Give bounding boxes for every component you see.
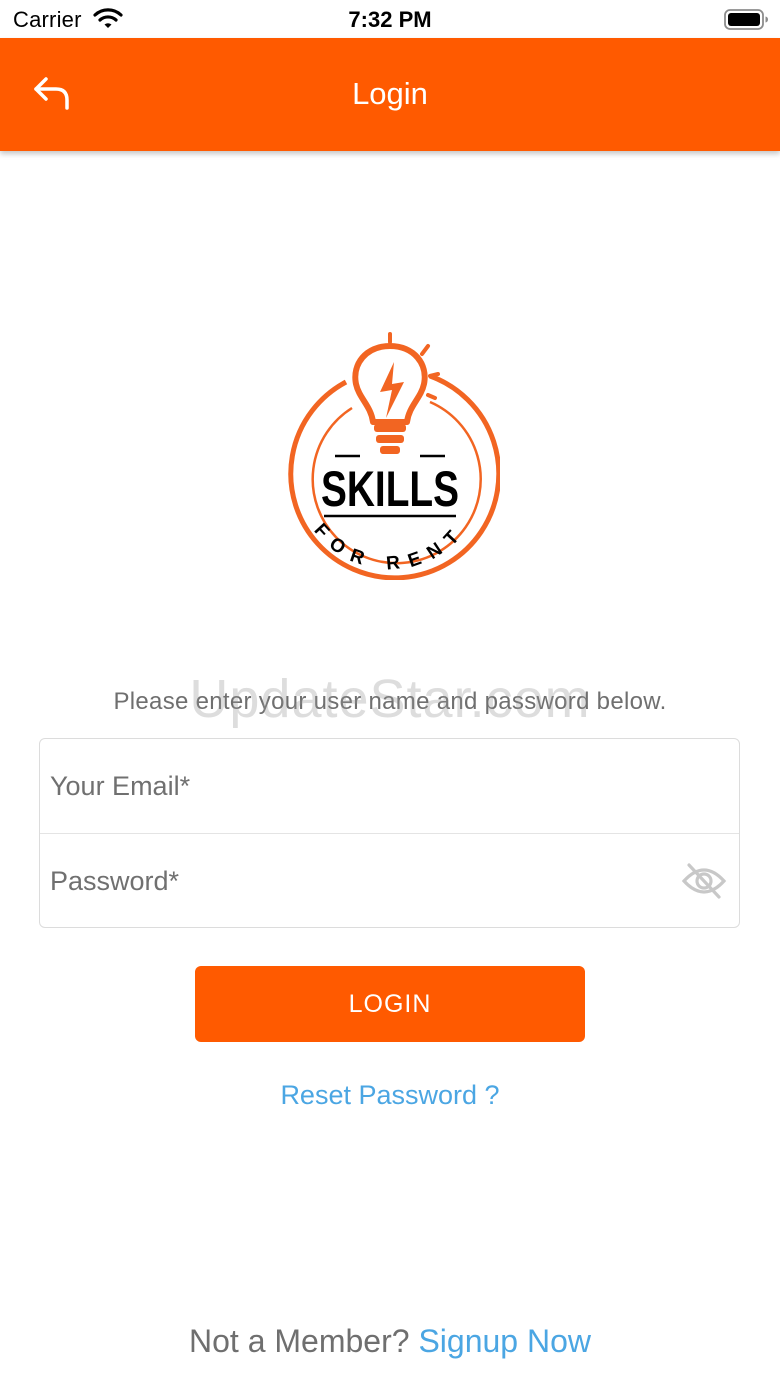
password-input[interactable] <box>50 834 680 928</box>
login-button[interactable]: LOGIN <box>195 966 585 1042</box>
logo-wordmark: SKILLS <box>321 461 459 517</box>
signup-link[interactable]: Signup Now <box>418 1323 591 1359</box>
login-instruction: Please enter your user name and password… <box>113 688 667 715</box>
toggle-password-visibility-button[interactable] <box>681 861 727 901</box>
email-field-row <box>40 739 739 833</box>
signup-row: Not a Member? Signup Now <box>0 1323 780 1360</box>
password-field-row <box>40 834 739 928</box>
status-time: 7:32 PM <box>348 7 432 32</box>
login-form <box>39 738 740 928</box>
eye-slash-icon <box>681 863 727 905</box>
status-bar: Carrier 7:32 PM <box>0 0 780 38</box>
not-member-label: Not a Member? <box>189 1323 410 1359</box>
battery-icon <box>724 9 770 36</box>
app-bar: Login <box>0 38 780 151</box>
email-input[interactable] <box>50 739 680 833</box>
page-title: Login <box>352 76 428 111</box>
reset-password-link[interactable]: Reset Password ? <box>0 1080 780 1111</box>
skills-for-rent-logo: SKILLS FOR RENT <box>280 330 502 581</box>
